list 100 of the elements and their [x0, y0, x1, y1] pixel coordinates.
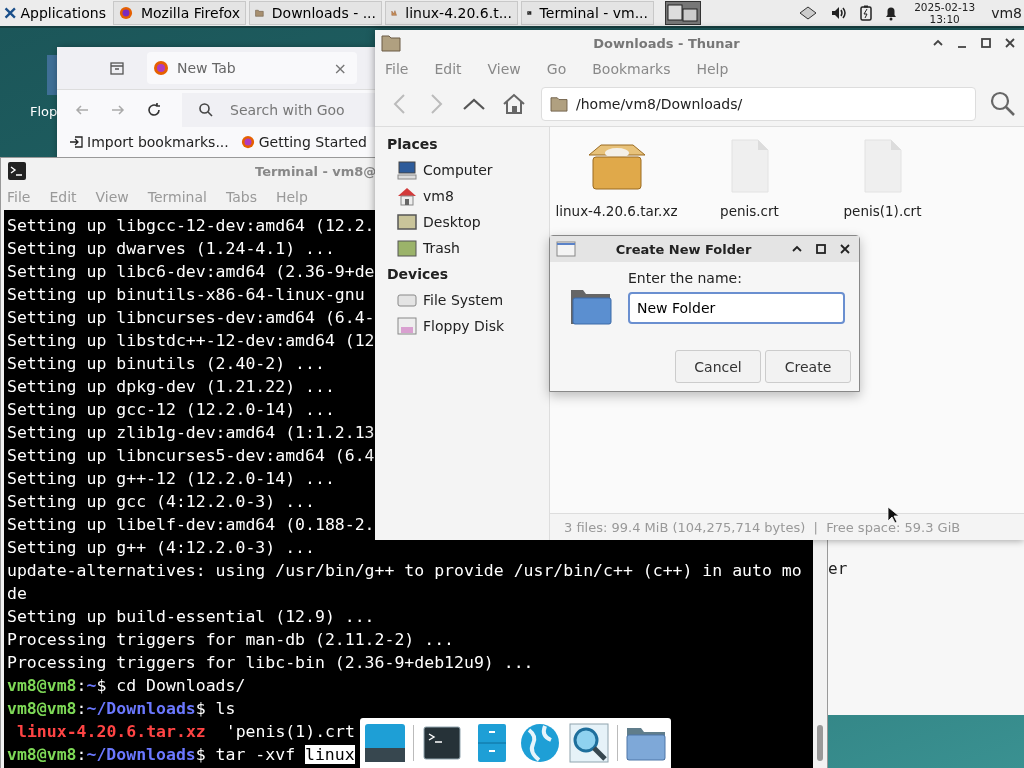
browser-icon — [119, 5, 133, 21]
battery-icon[interactable] — [860, 5, 873, 21]
folder-icon — [381, 34, 401, 52]
status-bar: 3 files: 99.4 MiB (104,275,714 bytes) | Free space: 59.3 GiB — [550, 513, 1024, 540]
close-tab-button[interactable]: × — [333, 58, 351, 78]
document-icon — [730, 139, 769, 193]
sidebar-item[interactable]: Computer — [375, 157, 549, 183]
user-name[interactable]: vm8 — [991, 5, 1022, 21]
terminal-line: Setting up g++ (4:12.2.0-3) ... — [7, 537, 315, 559]
applications-menu[interactable]: Applications — [0, 0, 110, 26]
desktop-icon-label[interactable]: Flop — [30, 104, 58, 119]
field-label: Enter the name: — [628, 270, 743, 286]
sidebar-item[interactable]: Floppy Disk — [375, 313, 549, 339]
sidebar-item[interactable]: File System — [375, 287, 549, 313]
computer-icon — [397, 160, 417, 180]
prompt-user: vm8@vm8 — [7, 699, 77, 718]
location-field[interactable]: /home/vm8/Downloads/ — [541, 87, 976, 121]
window-title: Terminal - vm8@ — [255, 163, 377, 179]
search-icon — [198, 102, 214, 118]
maximize-icon[interactable] — [980, 37, 992, 49]
mouse-pointer-icon — [887, 506, 899, 524]
terminal-line: Setting up gcc (4:12.2.0-3) ... — [7, 491, 315, 513]
terminal-line: Setting up libc6-dev:amd64 (2.36-9+de — [7, 261, 375, 283]
prompt-path: ~/Downloads — [86, 699, 196, 718]
terminal-command: cd Downloads/ — [116, 676, 246, 695]
terminal-line: Setting up libstdc++-12-dev:amd64 (12 — [7, 330, 375, 352]
window-text: er — [828, 559, 848, 578]
terminal-command: tar -xvf — [215, 745, 296, 764]
terminal-line: Setting up libelf-dev:amd64 (0.188-2. — [7, 514, 375, 536]
sidebar-item[interactable]: Trash — [375, 235, 549, 261]
import-icon — [69, 135, 83, 149]
prompt-path: ~ — [86, 676, 97, 695]
prompt-colon: : — [76, 676, 87, 695]
dialog-button[interactable]: Cancel — [675, 350, 761, 383]
prompt-sign: $ — [195, 699, 206, 718]
notification-bell-icon[interactable] — [884, 5, 899, 21]
taskbar-button[interactable]: Terminal - vm... — [521, 1, 654, 25]
prompt-colon: : — [76, 699, 87, 718]
terminal-line: Setting up g++-12 (12.2.0-14) ... — [7, 468, 335, 490]
terminal-line: update-alternatives: using /usr/bin/g++ to provide /usr/bin/c++ (c++) in auto mo — [7, 560, 802, 582]
window-icon — [556, 241, 576, 257]
clock[interactable]: 2025-02-13 13:10 — [914, 1, 976, 25]
window-title: Downloads - Thunar — [592, 35, 741, 51]
search-icon[interactable] — [990, 91, 1016, 117]
magnifier-icon[interactable] — [568, 722, 610, 764]
close-icon[interactable] — [839, 243, 851, 255]
tab-list-icon[interactable] — [109, 60, 125, 76]
dialog-title: Create New Folder — [614, 241, 753, 257]
reload-icon[interactable] — [146, 102, 162, 118]
icon-view-entry[interactable]: penis.crt — [683, 133, 816, 219]
home-icon — [397, 186, 417, 206]
taskbar-button[interactable]: linux-4.20.6.t... — [385, 1, 518, 25]
volume-icon[interactable] — [830, 5, 849, 21]
terminal-line: Processing triggers for libc-bin (2.36-9+deb12u9) ... — [7, 652, 534, 674]
section-heading: Devices — [386, 265, 450, 284]
prompt-path: ~/Downloads — [86, 745, 196, 764]
section-heading: Places — [386, 135, 439, 154]
bookmark-link[interactable]: Import bookmarks... — [69, 134, 229, 150]
taskbar-button[interactable]: Downloads - ... — [249, 1, 382, 25]
terminal-line: Setting up binutils-x86-64-linux-gnu — [7, 284, 365, 306]
bookmark-link[interactable]: Getting Started — [240, 134, 367, 150]
terminal-line: Setting up build-essential (12.9) ... — [7, 606, 375, 628]
selected-text: linux — [304, 745, 355, 764]
taskbar-button[interactable]: Mozilla Firefox — [113, 1, 246, 25]
browser-tab[interactable]: New Tab × — [147, 52, 357, 84]
sidebar-item[interactable]: Desktop — [375, 209, 549, 235]
terminal-icon — [7, 161, 27, 181]
workspace-switcher-icon[interactable] — [665, 1, 701, 25]
terminal-line: Setting up libncurses-dev:amd64 (6.4- — [7, 307, 375, 329]
terminal-line: Setting up dpkg-dev (1.21.22) ... — [7, 376, 335, 398]
folder-name-field[interactable]: New Folder — [628, 292, 845, 324]
icon-view-entry[interactable]: linux-4.20.6.tar.xz — [550, 133, 683, 219]
show-desktop-icon[interactable] — [364, 722, 406, 764]
terminal-line: Setting up dwarves (1.24-4.1) ... — [7, 238, 335, 260]
prompt-user: vm8@vm8 — [7, 676, 77, 695]
browser-icon — [153, 60, 169, 76]
prompt-sign: $ — [195, 745, 206, 764]
terminal-command: ls — [215, 699, 236, 718]
terminal-line: Processing triggers for man-db (2.11.2-2) ... — [7, 629, 455, 651]
search-field[interactable]: Search with Goo — [182, 93, 375, 127]
xfce-logo-icon — [4, 5, 17, 21]
home-icon[interactable] — [501, 92, 527, 116]
prompt-colon: : — [76, 745, 87, 764]
desktop-icon — [397, 212, 417, 232]
terminal-line: Setting up binutils (2.40-2) ... — [7, 353, 325, 375]
globe-icon[interactable] — [519, 722, 561, 764]
file-name: 'penis(1).crt — [225, 722, 355, 741]
sidebar-item[interactable]: vm8 — [375, 183, 549, 209]
close-icon[interactable] — [1004, 37, 1016, 49]
folder-icon — [570, 288, 612, 326]
folder-icon — [550, 96, 568, 112]
prompt-user: vm8@vm8 — [7, 745, 77, 764]
document-icon — [863, 139, 902, 193]
maximize-icon[interactable] — [815, 243, 827, 255]
terminal-line: de — [7, 583, 27, 605]
icon-view-entry[interactable]: penis(1).crt — [816, 133, 949, 219]
dialog-button[interactable]: Create — [765, 350, 851, 383]
terminal-line: Setting up zlib1g-dev:amd64 (1:1.2.13 — [7, 422, 375, 444]
terminal-line: Setting up libgcc-12-dev:amd64 (12.2. — [7, 215, 375, 237]
terminal-line: Setting up libncurses5-dev:amd64 (6.4 — [7, 445, 375, 467]
